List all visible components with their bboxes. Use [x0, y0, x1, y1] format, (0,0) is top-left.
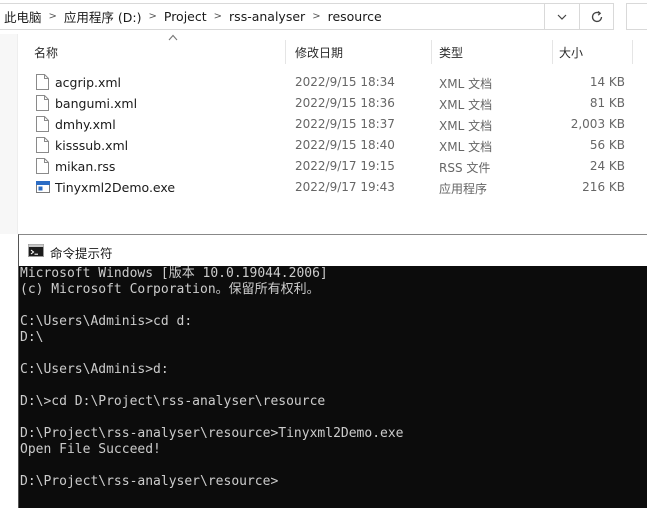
console-line: Microsoft Windows [版本 10.0.19044.2006]	[20, 266, 328, 281]
file-type: 应用程序	[439, 182, 488, 196]
xml-file-icon	[36, 74, 49, 90]
breadcrumb-resource[interactable]: resource	[328, 9, 382, 24]
breadcrumb[interactable]: 此电脑 > 应用程序 (D:) > Project > rss-analyser…	[0, 3, 545, 30]
file-row[interactable]: dmhy.xml 2022/9/15 18:37 XML 文档 2,003 KB	[18, 114, 647, 135]
address-bar: 此电脑 > 应用程序 (D:) > Project > rss-analyser…	[0, 0, 647, 34]
breadcrumb-rss-analyser[interactable]: rss-analyser	[229, 9, 305, 24]
file-size: 216 KB	[582, 180, 625, 194]
column-type[interactable]: 类型	[439, 44, 463, 61]
file-name[interactable]: kisssub.xml	[55, 138, 128, 153]
file-size: 2,003 KB	[570, 117, 625, 131]
column-divider[interactable]	[632, 40, 633, 64]
file-row[interactable]: mikan.rss 2022/9/17 19:15 RSS 文件 24 KB	[18, 156, 647, 177]
file-size: 14 KB	[589, 75, 625, 89]
file-modified: 2022/9/15 18:40	[295, 138, 395, 152]
file-row[interactable]: bangumi.xml 2022/9/15 18:36 XML 文档 81 KB	[18, 93, 647, 114]
file-modified: 2022/9/17 19:15	[295, 159, 395, 173]
column-modified[interactable]: 修改日期	[295, 44, 343, 61]
breadcrumb-project[interactable]: Project	[164, 9, 207, 24]
file-type: RSS 文件	[439, 161, 491, 175]
breadcrumb-drive-d[interactable]: 应用程序 (D:)	[64, 7, 142, 26]
console-line: D:\Project\rss-analyser\resource>Tinyxml…	[20, 426, 404, 441]
column-name[interactable]: 名称	[34, 44, 58, 61]
file-row[interactable]: Tinyxml2Demo.exe 2022/9/17 19:43 应用程序 21…	[18, 177, 647, 198]
file-type: XML 文档	[439, 98, 493, 112]
file-size: 24 KB	[589, 159, 625, 173]
xml-file-icon	[36, 137, 49, 153]
console-prompt-line[interactable]: D:\Project\rss-analyser\resource>	[20, 474, 647, 490]
chevron-right-icon[interactable]: >	[148, 11, 156, 22]
column-divider[interactable]	[552, 40, 553, 64]
address-history-dropdown[interactable]	[545, 3, 580, 30]
console-line: D:\	[20, 330, 44, 345]
console-line: D:\>cd D:\Project\rss-analyser\resource	[20, 394, 326, 409]
column-divider[interactable]	[431, 40, 432, 64]
navigation-pane[interactable]	[0, 34, 18, 234]
cmd-app-icon	[28, 244, 44, 257]
cmd-console-output[interactable]: Microsoft Windows [版本 10.0.19044.2006] (…	[19, 266, 647, 508]
file-type: XML 文档	[439, 119, 493, 133]
breadcrumb-this-pc[interactable]: 此电脑	[4, 7, 42, 26]
cmd-window-title: 命令提示符	[50, 246, 113, 261]
refresh-icon	[591, 10, 602, 22]
console-line: (c) Microsoft Corporation。保留所有权利。	[20, 282, 320, 297]
file-modified: 2022/9/15 18:34	[295, 75, 395, 89]
file-name[interactable]: acgrip.xml	[55, 75, 121, 90]
file-row[interactable]: kisssub.xml 2022/9/15 18:40 XML 文档 56 KB	[18, 135, 647, 156]
column-size[interactable]: 大小	[559, 44, 583, 61]
cmd-title-bar[interactable]: 命令提示符	[19, 235, 647, 266]
column-divider[interactable]	[285, 40, 286, 64]
xml-file-icon	[36, 116, 49, 132]
file-modified: 2022/9/15 18:37	[295, 117, 395, 131]
refresh-button[interactable]	[580, 3, 614, 30]
file-name[interactable]: Tinyxml2Demo.exe	[55, 180, 175, 195]
file-type: XML 文档	[439, 140, 493, 154]
column-header: 名称 修改日期 类型 大小	[18, 34, 647, 70]
xml-file-icon	[36, 95, 49, 111]
chevron-right-icon[interactable]: >	[214, 11, 222, 22]
rss-file-icon	[36, 158, 49, 174]
file-row[interactable]: acgrip.xml 2022/9/15 18:34 XML 文档 14 KB	[18, 72, 647, 93]
file-name[interactable]: mikan.rss	[55, 159, 115, 174]
exe-file-icon	[36, 181, 50, 193]
file-size: 56 KB	[589, 138, 625, 152]
sort-ascending-icon	[168, 34, 178, 44]
command-prompt-window[interactable]: 命令提示符 Microsoft Windows [版本 10.0.19044.2…	[18, 234, 647, 508]
file-size: 81 KB	[589, 96, 625, 110]
file-name[interactable]: dmhy.xml	[55, 117, 116, 132]
console-line: Open File Succeed!	[20, 442, 161, 457]
file-list: 名称 修改日期 类型 大小 acgrip.xml 2022/9/15 18:34…	[0, 34, 647, 234]
file-name[interactable]: bangumi.xml	[55, 96, 137, 111]
file-modified: 2022/9/15 18:36	[295, 96, 395, 110]
file-modified: 2022/9/17 19:43	[295, 180, 395, 194]
file-type: XML 文档	[439, 77, 493, 91]
chevron-right-icon[interactable]: >	[49, 11, 57, 22]
chevron-right-icon[interactable]: >	[312, 11, 320, 22]
search-input[interactable]	[626, 3, 647, 30]
chevron-down-icon	[557, 14, 567, 20]
console-line: C:\Users\Adminis>d:	[20, 362, 169, 377]
console-line: C:\Users\Adminis>cd d:	[20, 314, 193, 329]
